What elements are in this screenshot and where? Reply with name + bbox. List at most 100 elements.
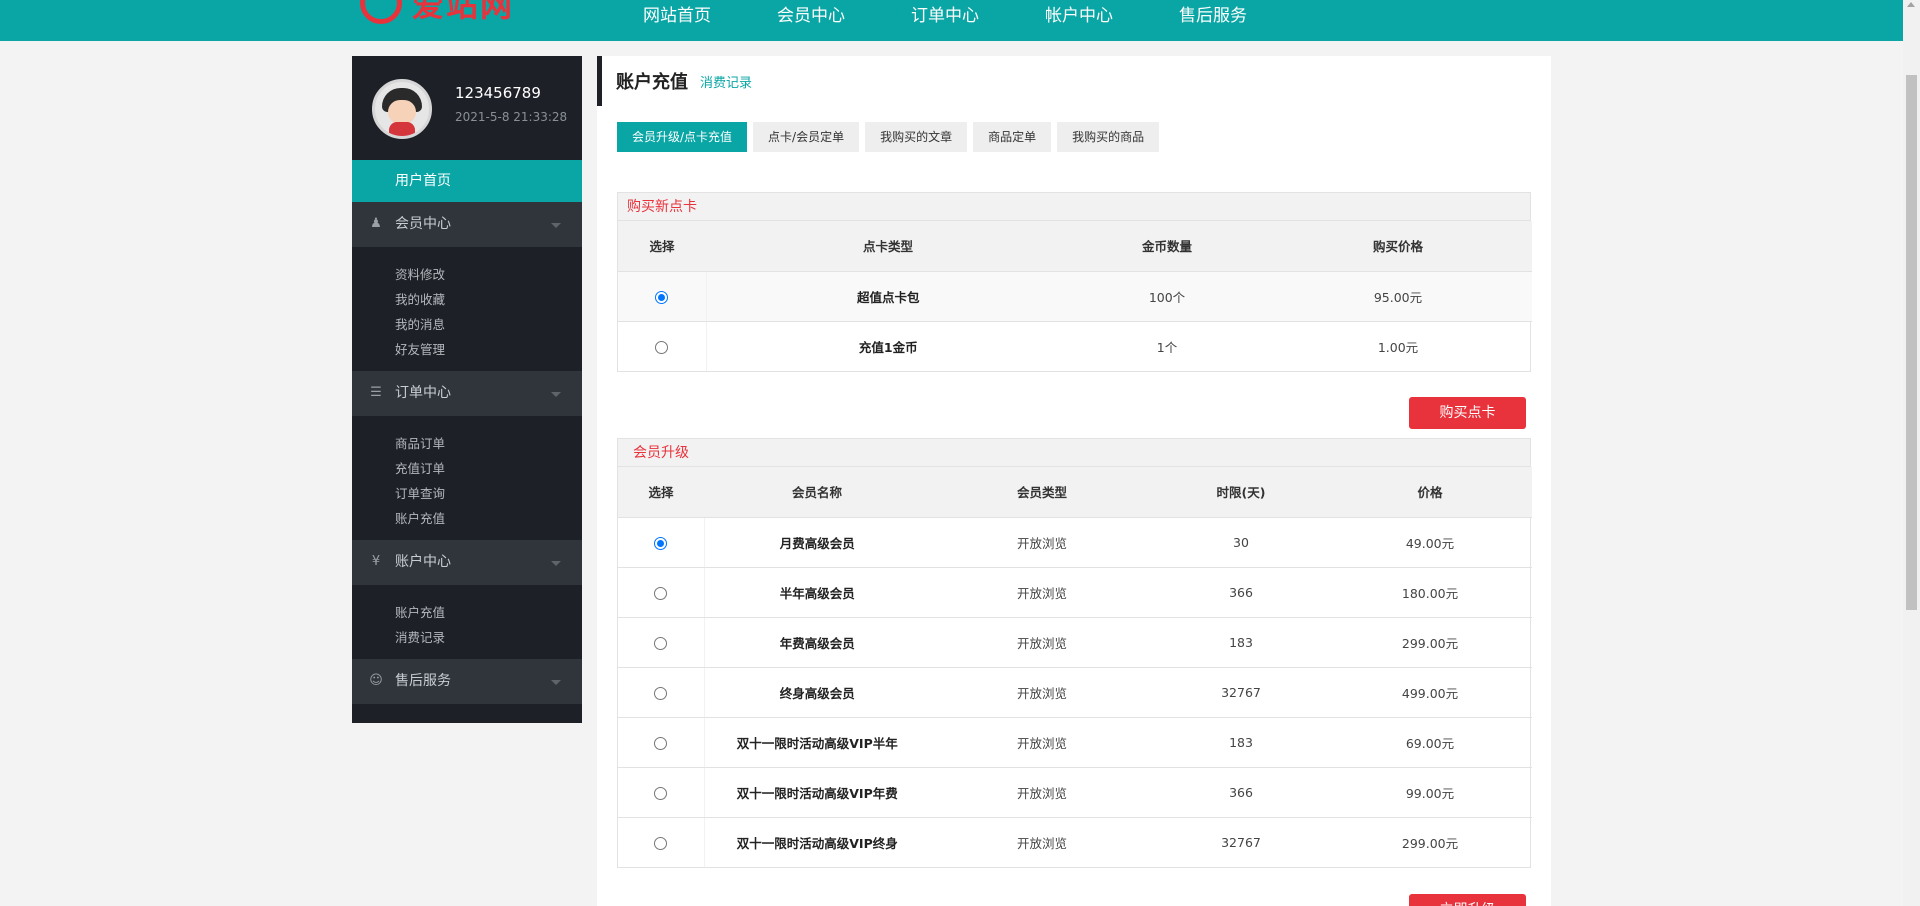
vip-days: 183 (1154, 617, 1328, 668)
vip-kind: 开放浏览 (1016, 835, 1067, 851)
avatar[interactable] (372, 79, 432, 139)
card-radio[interactable] (655, 290, 669, 304)
vip-radio[interactable] (654, 536, 668, 550)
table-row[interactable]: 年费高级会员 开放浏览 183 299.00元 (618, 617, 1532, 668)
table-row[interactable]: 双十一限时活动高级VIP半年 开放浏览 183 69.00元 (618, 717, 1532, 768)
main-panel: 账户充值 消费记录 会员升级/点卡充值 点卡/会员定单 我购买的文章 商品定单 … (597, 56, 1551, 906)
user-profile: 123456789 2021-5-8 21:33:28 (352, 56, 582, 160)
buy-card-button[interactable]: 购买点卡 (1409, 397, 1526, 429)
sidebar-item-recharge-orders[interactable]: 充值订单 (395, 456, 582, 481)
vip-name: 双十一限时活动高级VIP终身 (736, 835, 898, 851)
chevron-down-icon (551, 223, 561, 228)
vip-name: 双十一限时活动高级VIP半年 (704, 717, 930, 768)
sidebar-item-profile-edit[interactable]: 资料修改 (395, 262, 582, 287)
table-header-row: 选择 会员名称 会员类型 时限(天) 价格 (618, 467, 1532, 518)
nav-order-center[interactable]: 订单中心 (911, 0, 979, 34)
sidebar-group-orders-items: 商品订单 充值订单 订单查询 账户充值 (352, 416, 582, 540)
table-row[interactable]: 双十一限时活动高级VIP终身 开放浏览 32767 299.00元 (618, 817, 1532, 867)
table-header-row: 选择 点卡类型 金币数量 购买价格 (618, 221, 1532, 272)
list-icon: ☰ (370, 385, 382, 400)
nav-home[interactable]: 网站首页 (643, 0, 711, 34)
card-price: 95.00元 (1264, 271, 1532, 322)
card-table: 选择 点卡类型 金币数量 购买价格 超值点卡包 100个 95.00元 充值1金… (618, 221, 1532, 371)
tab-upgrade-recharge[interactable]: 会员升级/点卡充值 (617, 122, 748, 152)
page-scrollbar[interactable] (1903, 0, 1920, 906)
sidebar-item-product-orders[interactable]: 商品订单 (395, 431, 582, 456)
tab-purchased-products[interactable]: 我购买的商品 (1057, 122, 1160, 152)
vip-days: 30 (1154, 517, 1328, 568)
login-time: 2021-5-8 21:33:28 (455, 110, 568, 124)
vip-kind: 开放浏览 (930, 617, 1154, 668)
vip-radio[interactable] (654, 736, 668, 750)
card-purchase-section: 购买新点卡 选择 点卡类型 金币数量 购买价格 超值点卡包 100个 95.00… (617, 192, 1532, 372)
vip-price: 299.00元 (1328, 617, 1532, 668)
column-header: 时限(天) (1154, 467, 1328, 518)
top-header: 爱站网 网站首页 会员中心 订单中心 帐户中心 售后服务 (0, 0, 1920, 41)
nav-after-sales[interactable]: 售后服务 (1179, 0, 1247, 34)
nav-member-center[interactable]: 会员中心 (777, 0, 845, 34)
sidebar-item-home[interactable]: 用户首页 (352, 160, 582, 202)
vip-price: 499.00元 (1328, 667, 1532, 718)
vip-name: 月费高级会员 (704, 517, 930, 568)
vip-radio[interactable] (654, 686, 668, 700)
card-coins: 1个 (1156, 339, 1178, 355)
sidebar-group-member[interactable]: ♟ 会员中心 (352, 202, 582, 247)
tab-purchased-articles[interactable]: 我购买的文章 (865, 122, 968, 152)
card-type: 超值点卡包 (706, 271, 1070, 322)
sidebar-group-orders[interactable]: ☰ 订单中心 (352, 371, 582, 416)
scroll-up-arrow-icon[interactable] (1907, 2, 1915, 7)
vip-name: 终身高级会员 (704, 667, 930, 718)
vip-radio[interactable] (654, 786, 668, 800)
tab-product-orders[interactable]: 商品定单 (973, 122, 1052, 152)
sidebar-item-friends[interactable]: 好友管理 (395, 337, 582, 362)
sidebar-item-recharge[interactable]: 账户充值 (395, 600, 582, 625)
vip-kind: 开放浏览 (930, 667, 1154, 718)
spending-records-link[interactable]: 消费记录 (700, 72, 752, 91)
vip-price: 99.00元 (1328, 767, 1532, 818)
tab-card-orders[interactable]: 点卡/会员定单 (753, 122, 860, 152)
sidebar: 123456789 2021-5-8 21:33:28 用户首页 ♟ 会员中心 … (352, 56, 582, 723)
nav-account-center[interactable]: 帐户中心 (1045, 0, 1113, 34)
sidebar-group-label: 售后服务 (395, 673, 451, 689)
vip-name: 双十一限时活动高级VIP年费 (704, 767, 930, 818)
column-header: 选择 (618, 221, 706, 272)
card-radio[interactable] (655, 340, 669, 354)
table-row[interactable]: 月费高级会员 开放浏览 30 49.00元 (618, 517, 1532, 568)
vip-kind: 开放浏览 (930, 717, 1154, 768)
username: 123456789 (455, 84, 541, 102)
table-row[interactable]: 超值点卡包 100个 95.00元 (618, 271, 1532, 322)
logo-text: 爱站网 (412, 0, 515, 24)
vip-radio[interactable] (654, 636, 668, 650)
sidebar-item-spending-records[interactable]: 消费记录 (395, 625, 582, 650)
vip-kind: 开放浏览 (930, 517, 1154, 568)
scroll-thumb[interactable] (1906, 75, 1917, 610)
vip-table: 选择 会员名称 会员类型 时限(天) 价格 月费高级会员 开放浏览 30 49.… (618, 467, 1532, 867)
top-nav: 网站首页 会员中心 订单中心 帐户中心 售后服务 (643, 0, 1313, 34)
site-logo[interactable]: 爱站网 (360, 0, 514, 24)
smile-icon: ☺ (369, 673, 383, 688)
chevron-down-icon (551, 680, 561, 685)
logo-icon (360, 0, 402, 24)
table-row[interactable]: 半年高级会员 开放浏览 366 180.00元 (618, 567, 1532, 618)
vip-price: 49.00元 (1328, 517, 1532, 568)
sidebar-item-favorites[interactable]: 我的收藏 (395, 287, 582, 312)
sidebar-item-messages[interactable]: 我的消息 (395, 312, 582, 337)
vip-name: 年费高级会员 (704, 617, 930, 668)
table-row[interactable]: 终身高级会员 开放浏览 32767 499.00元 (618, 667, 1532, 718)
column-header: 会员名称 (704, 467, 930, 518)
sidebar-group-after-sales[interactable]: ☺ 售后服务 (352, 659, 582, 704)
upgrade-now-button[interactable]: 立即升级 (1409, 894, 1526, 906)
sidebar-group-account[interactable]: ¥ 账户中心 (352, 540, 582, 585)
table-row[interactable]: 双十一限时活动高级VIP年费 开放浏览 366 99.00元 (618, 767, 1532, 818)
vip-radio[interactable] (654, 586, 668, 600)
sidebar-item-order-query[interactable]: 订单查询 (395, 481, 582, 506)
table-row[interactable]: 充值1金币 1个 1.00元 (618, 321, 1532, 371)
page-header: 账户充值 消费记录 (597, 56, 1551, 106)
section-title: 会员升级 (618, 439, 1530, 467)
section-title: 购买新点卡 (618, 193, 1530, 221)
vip-radio[interactable] (654, 836, 668, 850)
card-price: 1.00元 (1377, 339, 1419, 355)
chevron-down-icon (551, 392, 561, 397)
vip-days: 366 (1154, 567, 1328, 618)
sidebar-item-account-recharge[interactable]: 账户充值 (395, 506, 582, 531)
